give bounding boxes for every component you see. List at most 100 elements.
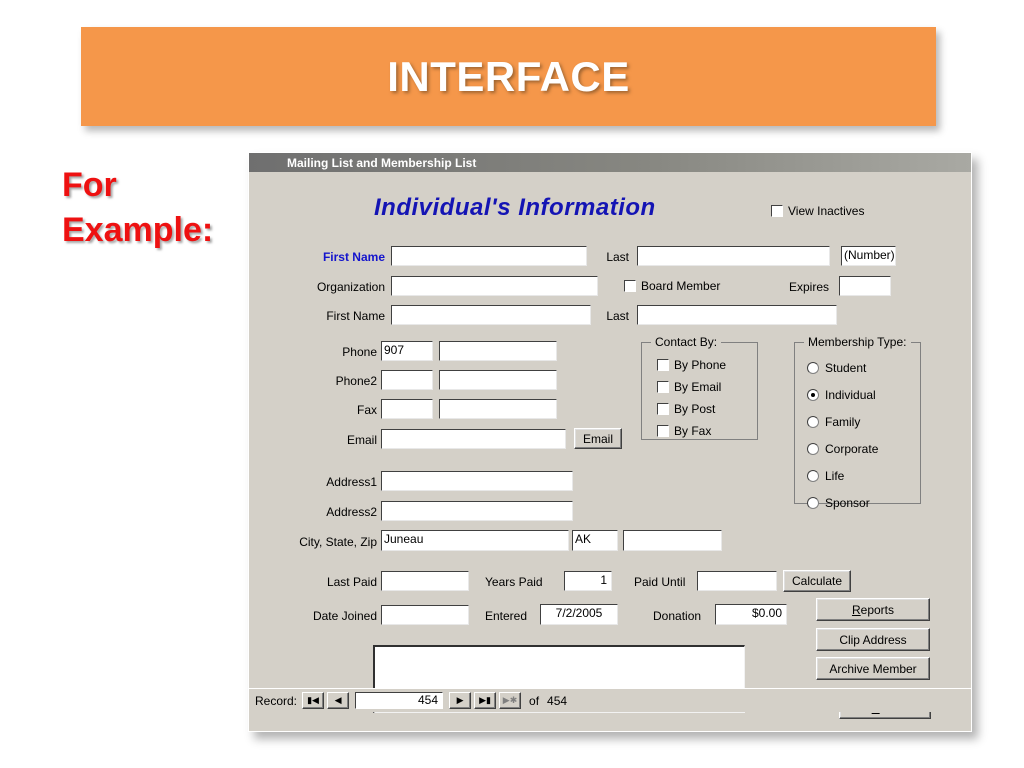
- record-label: Record:: [255, 693, 298, 708]
- archive-member-button[interactable]: Archive Member: [816, 657, 930, 680]
- input-address2[interactable]: [381, 501, 573, 521]
- clip-address-button[interactable]: Clip Address: [816, 628, 930, 651]
- membership-type-student-radio[interactable]: Student: [807, 361, 866, 375]
- checkbox-box-icon[interactable]: [657, 359, 669, 371]
- label-organization: Organization: [316, 280, 385, 294]
- radio-circle-icon[interactable]: [807, 443, 819, 455]
- calculate-button[interactable]: Calculate: [783, 570, 851, 592]
- reports-button[interactable]: Reports: [816, 598, 930, 621]
- contact-by-post-checkbox[interactable]: By Post: [657, 402, 715, 416]
- reports-rest: eports: [860, 602, 895, 617]
- current-record-input[interactable]: 454: [355, 692, 444, 709]
- label-expires: Expires: [789, 280, 830, 294]
- input-last-secondary[interactable]: [637, 305, 837, 325]
- input-last-paid[interactable]: [381, 571, 469, 591]
- input-record-number[interactable]: (Number): [841, 246, 896, 266]
- contact-by-option-label: By Post: [674, 402, 716, 416]
- record-of-label: of: [529, 693, 540, 708]
- contact-by-phone-checkbox[interactable]: By Phone: [657, 358, 726, 372]
- input-paid-until[interactable]: [697, 571, 777, 591]
- label-phone2: Phone2: [335, 374, 377, 388]
- contact-by-option-label: By Email: [674, 380, 722, 394]
- window-titlebar: Mailing List and Membership List: [249, 153, 971, 172]
- radio-circle-selected-icon[interactable]: [807, 389, 819, 401]
- page-title: INTERFACE: [387, 52, 630, 100]
- input-email[interactable]: [381, 429, 566, 449]
- input-years-paid[interactable]: 1: [564, 571, 612, 591]
- membership-type-family-radio[interactable]: Family: [807, 415, 860, 429]
- input-phone-number[interactable]: [439, 341, 557, 361]
- input-phone-area[interactable]: 907: [381, 341, 433, 361]
- input-expires[interactable]: [839, 276, 891, 296]
- form-heading: Individual's Information: [374, 194, 656, 221]
- membership-type-option-label: Corporate: [825, 442, 879, 456]
- membership-type-life-radio[interactable]: Life: [807, 469, 844, 483]
- slide-canvas: INTERFACE For Example: Mailing List and …: [0, 0, 1024, 768]
- input-entered[interactable]: 7/2/2005: [540, 604, 618, 625]
- label-address2: Address2: [326, 505, 377, 519]
- previous-record-button[interactable]: ◀: [327, 692, 350, 709]
- checkbox-box-icon[interactable]: [657, 425, 669, 437]
- contact-by-email-checkbox[interactable]: By Email: [657, 380, 721, 394]
- label-years-paid: Years Paid: [485, 575, 543, 589]
- membership-type-option-label: Family: [825, 415, 861, 429]
- label-address1: Address1: [326, 475, 377, 489]
- input-zip[interactable]: [623, 530, 722, 551]
- membership-type-option-label: Individual: [825, 388, 876, 402]
- new-record-button[interactable]: ▶✱: [499, 692, 522, 709]
- reports-accel: R: [851, 602, 861, 617]
- contact-by-fax-checkbox[interactable]: By Fax: [657, 424, 711, 438]
- label-first-name-primary: First Name: [322, 250, 385, 264]
- side-note-for-example: For Example:: [62, 166, 214, 249]
- first-record-button[interactable]: ▮◀: [302, 692, 325, 709]
- input-donation[interactable]: $0.00: [715, 604, 787, 625]
- view-inactives-checkbox[interactable]: View Inactives: [771, 204, 864, 218]
- input-last-primary[interactable]: [637, 246, 830, 266]
- view-inactives-label: View Inactives: [788, 204, 865, 218]
- membership-type-corporate-radio[interactable]: Corporate: [807, 442, 878, 456]
- label-first-name-secondary: First Name: [326, 309, 385, 323]
- input-phone2-number[interactable]: [439, 370, 557, 390]
- board-member-label: Board Member: [641, 279, 721, 293]
- last-record-button[interactable]: ▶▮: [474, 692, 497, 709]
- membership-type-sponsor-radio[interactable]: Sponsor: [807, 496, 870, 510]
- window-title-text: Mailing List and Membership List: [287, 155, 477, 170]
- form-body: Individual's Information View Inactives …: [249, 172, 971, 719]
- membership-type-option-label: Life: [825, 469, 845, 483]
- application-window: Mailing List and Membership List Individ…: [248, 152, 972, 732]
- email-button[interactable]: Email: [574, 428, 622, 449]
- input-phone2-area[interactable]: [381, 370, 433, 390]
- checkbox-box-icon[interactable]: [624, 280, 636, 292]
- board-member-checkbox[interactable]: Board Member: [624, 279, 720, 293]
- input-fax-number[interactable]: [439, 399, 557, 419]
- input-fax-area[interactable]: [381, 399, 433, 419]
- radio-circle-icon[interactable]: [807, 497, 819, 509]
- membership-type-title: Membership Type:: [804, 335, 911, 349]
- next-record-button[interactable]: ▶: [449, 692, 472, 709]
- contact-by-option-label: By Fax: [674, 424, 712, 438]
- record-total: 454: [547, 693, 568, 708]
- checkbox-box-icon[interactable]: [657, 381, 669, 393]
- input-city[interactable]: Juneau: [381, 530, 569, 551]
- radio-circle-icon[interactable]: [807, 416, 819, 428]
- label-last-primary: Last: [606, 250, 629, 264]
- membership-type-option-label: Sponsor: [825, 496, 870, 510]
- label-donation: Donation: [653, 609, 702, 623]
- contact-by-option-label: By Phone: [674, 358, 727, 372]
- record-navigator: Record: ▮◀ ◀ 454 ▶ ▶▮ ▶✱ of 454: [249, 688, 971, 712]
- input-state[interactable]: AK: [572, 530, 618, 551]
- label-phone: Phone: [342, 345, 377, 359]
- input-date-joined[interactable]: [381, 605, 469, 625]
- membership-type-individual-radio[interactable]: Individual: [807, 388, 876, 402]
- radio-circle-icon[interactable]: [807, 362, 819, 374]
- checkbox-box-icon[interactable]: [771, 205, 783, 217]
- contact-by-title: Contact By:: [651, 335, 722, 349]
- checkbox-box-icon[interactable]: [657, 403, 669, 415]
- label-last-secondary: Last: [606, 309, 629, 323]
- input-organization[interactable]: [391, 276, 598, 296]
- membership-type-option-label: Student: [825, 361, 867, 375]
- radio-circle-icon[interactable]: [807, 470, 819, 482]
- input-address1[interactable]: [381, 471, 573, 491]
- label-paid-until: Paid Until: [634, 575, 686, 589]
- label-city-state-zip: City, State, Zip: [299, 535, 377, 549]
